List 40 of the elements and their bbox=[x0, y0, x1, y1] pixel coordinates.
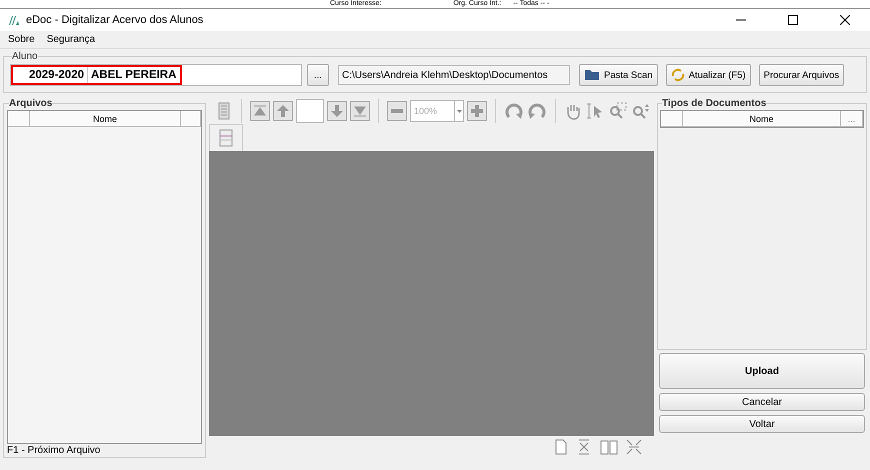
zoom-selection-icon[interactable] bbox=[608, 102, 628, 120]
column-header: ... bbox=[841, 111, 863, 126]
group-label: Arquivos bbox=[9, 98, 52, 109]
action-button[interactable]: Pasta Scan bbox=[579, 64, 658, 86]
dropdown-arrow-icon[interactable] bbox=[456, 110, 462, 112]
window-title: eDoc - Digitalizar Acervo dos Alunos bbox=[26, 14, 204, 26]
column-header: Nome bbox=[683, 111, 841, 126]
group-label: Aluno bbox=[12, 51, 38, 62]
zoom-out-icon[interactable] bbox=[387, 101, 407, 121]
status-text: F1 - Próximo Arquivo bbox=[7, 444, 102, 457]
student-field[interactable]: 2029-2020 ABEL PEREIRA bbox=[10, 64, 302, 86]
menu-item[interactable]: Segurança bbox=[46, 34, 96, 45]
single-page-icon[interactable] bbox=[554, 439, 568, 455]
document-icon[interactable] bbox=[219, 129, 233, 147]
app-logo-icon bbox=[8, 15, 20, 25]
upload-button[interactable]: Upload bbox=[659, 353, 865, 389]
action-button[interactable]: Procurar Arquivos bbox=[758, 64, 844, 86]
fit-height-icon[interactable] bbox=[576, 439, 592, 455]
group-label: Tipos de Documentos bbox=[662, 98, 766, 109]
zoom-spin-icon[interactable] bbox=[631, 102, 651, 120]
last-page-icon[interactable] bbox=[350, 101, 370, 121]
maximize-icon[interactable] bbox=[788, 15, 798, 25]
document-tab[interactable] bbox=[209, 124, 243, 151]
browse-button[interactable]: ... bbox=[307, 64, 329, 86]
rotate-right-icon[interactable] bbox=[504, 101, 524, 121]
first-page-icon[interactable] bbox=[250, 101, 270, 121]
zoom-in-icon[interactable] bbox=[467, 101, 487, 121]
dialog-button[interactable]: Voltar bbox=[659, 415, 865, 433]
action-button[interactable]: Atualizar (F5) bbox=[666, 64, 751, 86]
folder-icon bbox=[584, 69, 600, 81]
refresh-icon bbox=[670, 68, 685, 82]
rotate-left-icon[interactable] bbox=[527, 101, 547, 121]
path-field[interactable]: C:\Users\Andreia Klehm\Desktop\Documentos bbox=[338, 65, 570, 85]
menu-item[interactable]: Sobre bbox=[8, 34, 35, 45]
dialog-button[interactable]: Cancelar bbox=[659, 393, 865, 411]
close-icon[interactable] bbox=[840, 15, 850, 25]
fit-page-icon[interactable] bbox=[626, 439, 642, 455]
column-header: Nome bbox=[30, 111, 181, 126]
two-pages-icon[interactable] bbox=[600, 439, 618, 455]
page-field[interactable] bbox=[296, 99, 324, 123]
